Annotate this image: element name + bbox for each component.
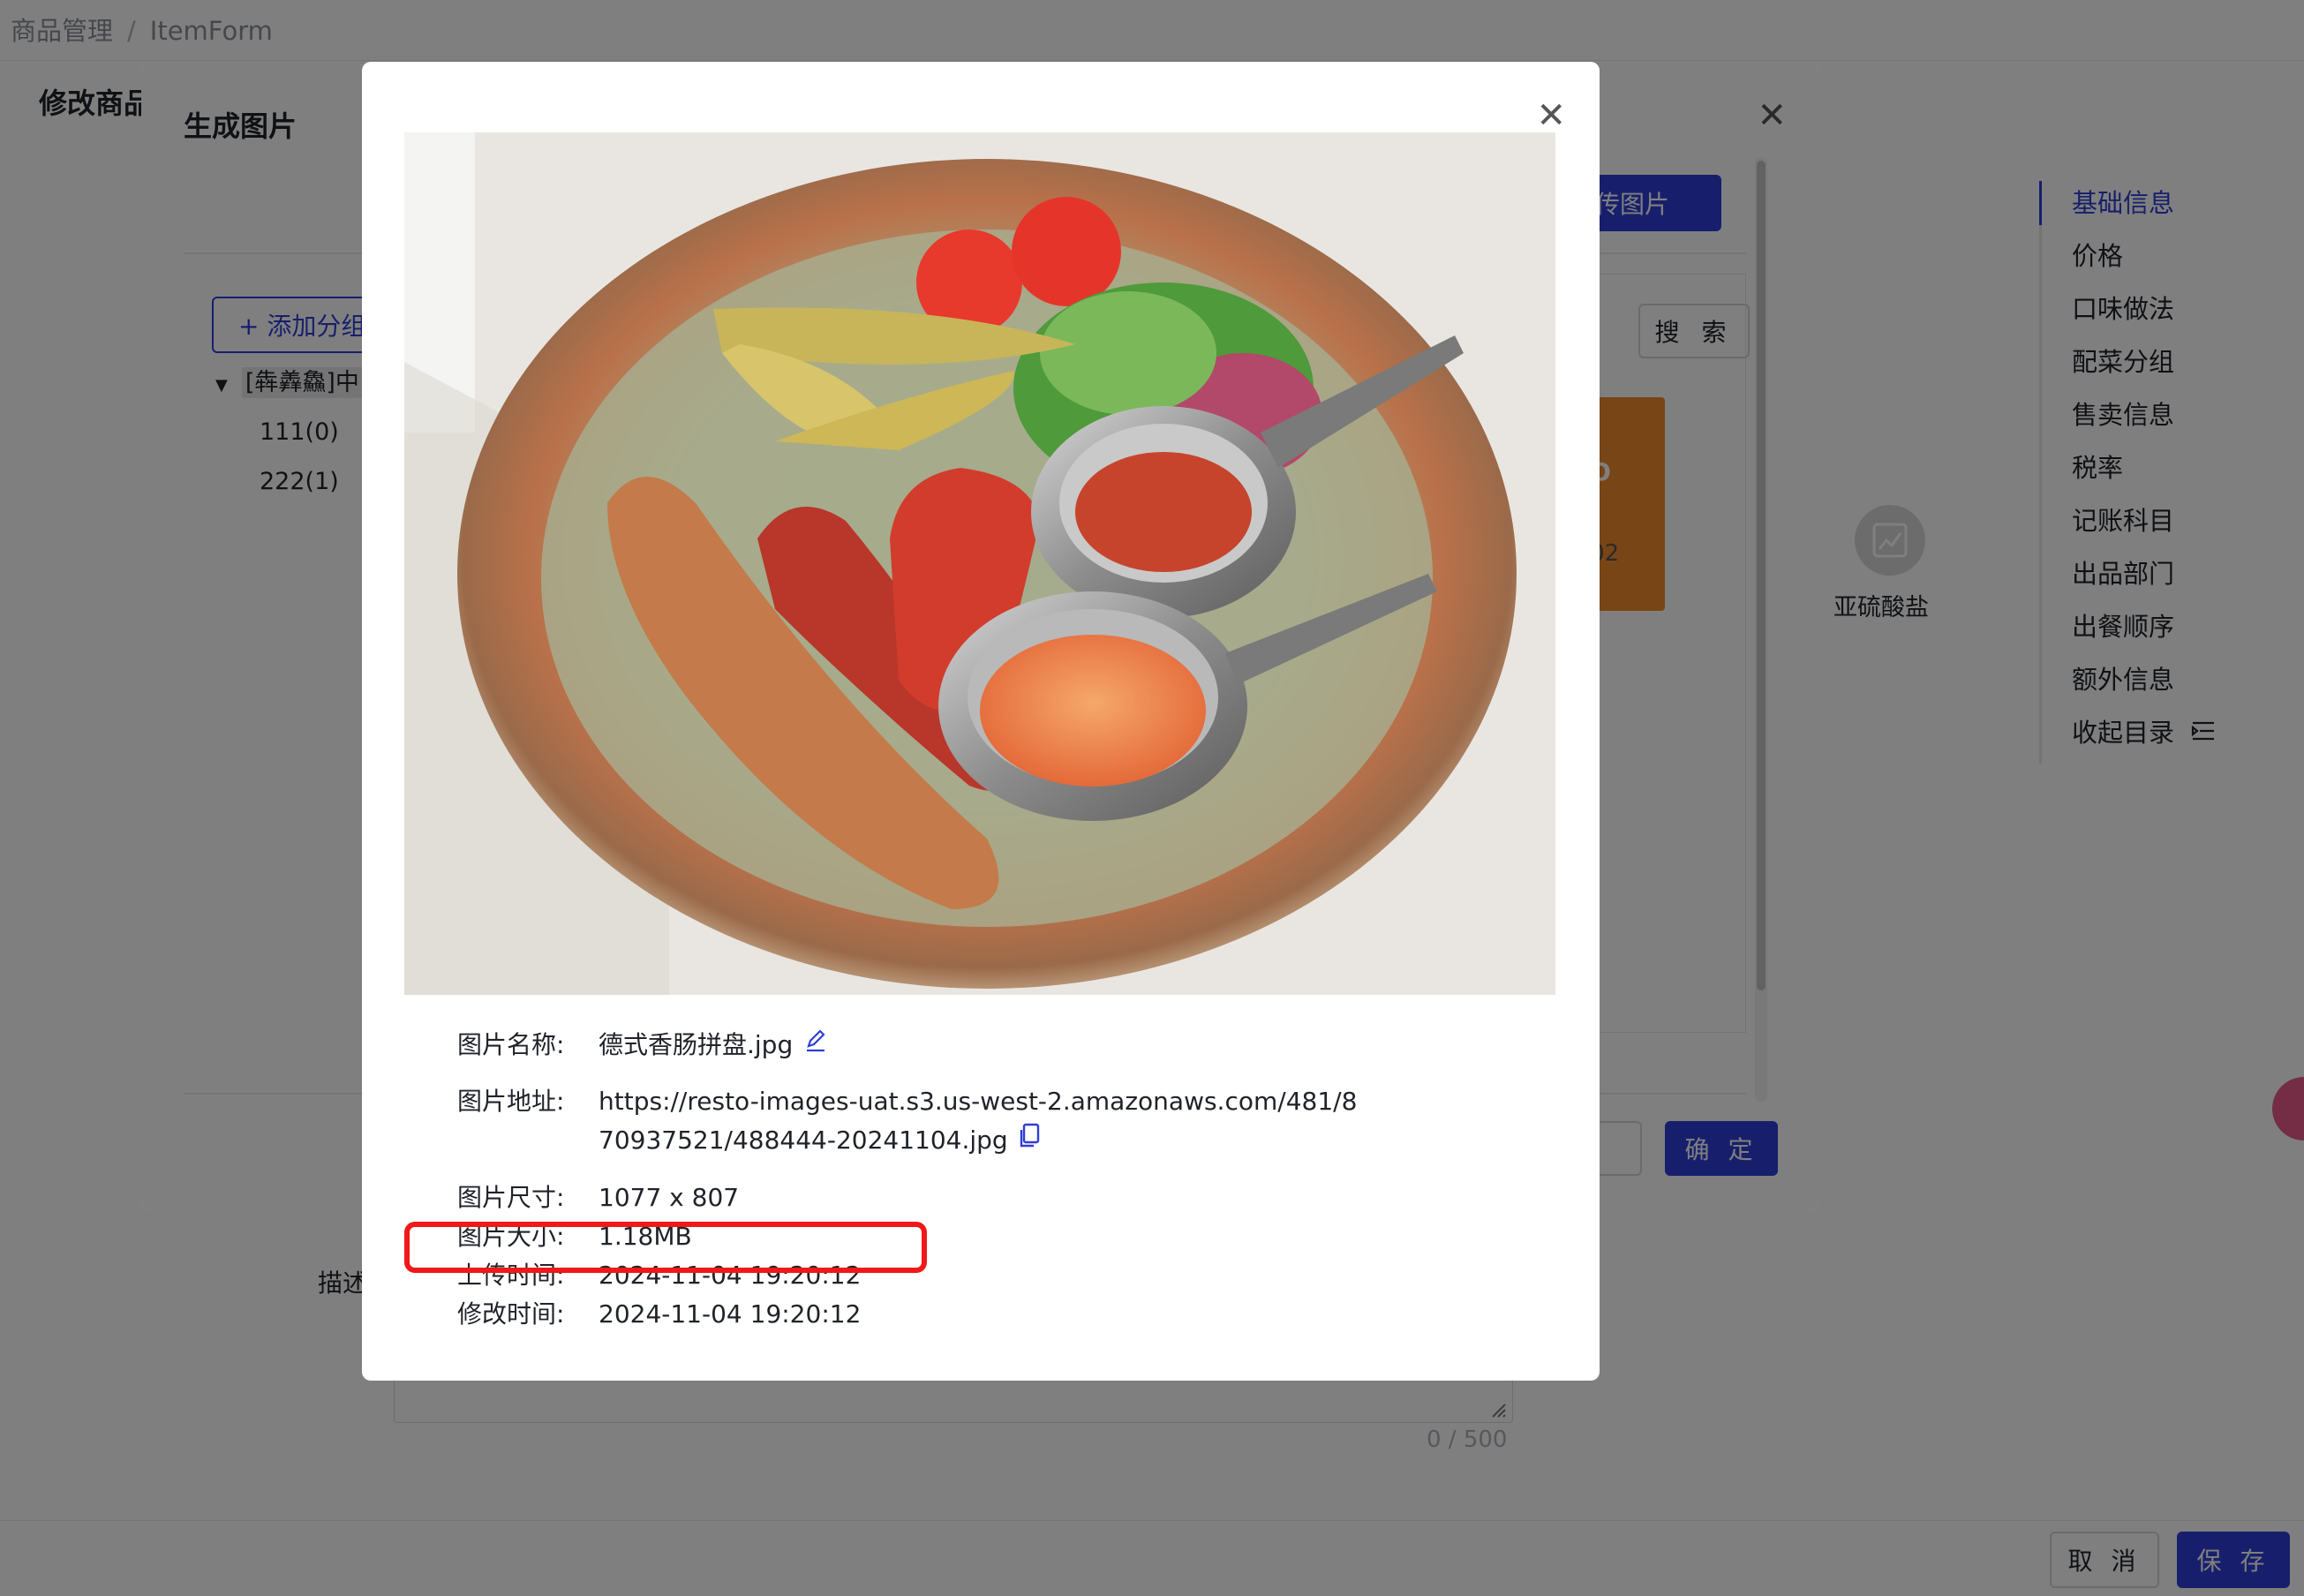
highlight-annotation-box xyxy=(404,1222,927,1273)
info-label: 图片名称: xyxy=(457,1030,565,1059)
info-label: 图片尺寸: xyxy=(457,1183,565,1212)
image-name-value: 德式香肠拼盘.jpg xyxy=(599,1030,794,1059)
info-row-modify-time: 修改时间: 2024-11-04 19:20:12 xyxy=(457,1295,1358,1334)
image-info: 图片名称: 德式香肠拼盘.jpg 图片地址: https://resto-ima… xyxy=(457,1026,1358,1334)
info-row-url: 图片地址: https://resto-images-uat.s3.us-wes… xyxy=(457,1082,1358,1161)
info-label: 修改时间: xyxy=(457,1299,565,1329)
info-url-wrap: https://resto-images-uat.s3.us-west-2.am… xyxy=(599,1082,1358,1161)
preview-image xyxy=(404,132,1555,995)
edit-icon[interactable] xyxy=(803,1026,828,1065)
modify-time-value: 2024-11-04 19:20:12 xyxy=(599,1299,862,1329)
image-preview-dialog: ✕ 图片名称: 德式香肠拼盘.jpg 图片地址: https://resto-i… xyxy=(362,62,1600,1381)
image-url-value: https://resto-images-uat.s3.us-west-2.am… xyxy=(599,1087,1358,1155)
image-dimensions-value: 1077 x 807 xyxy=(599,1183,740,1212)
close-icon[interactable]: ✕ xyxy=(1536,95,1566,136)
info-label: 图片地址: xyxy=(457,1087,565,1116)
info-row-dimensions: 图片尺寸: 1077 x 807 xyxy=(457,1178,1358,1217)
info-row-name: 图片名称: 德式香肠拼盘.jpg xyxy=(457,1026,1358,1065)
copy-icon[interactable] xyxy=(1019,1122,1042,1161)
